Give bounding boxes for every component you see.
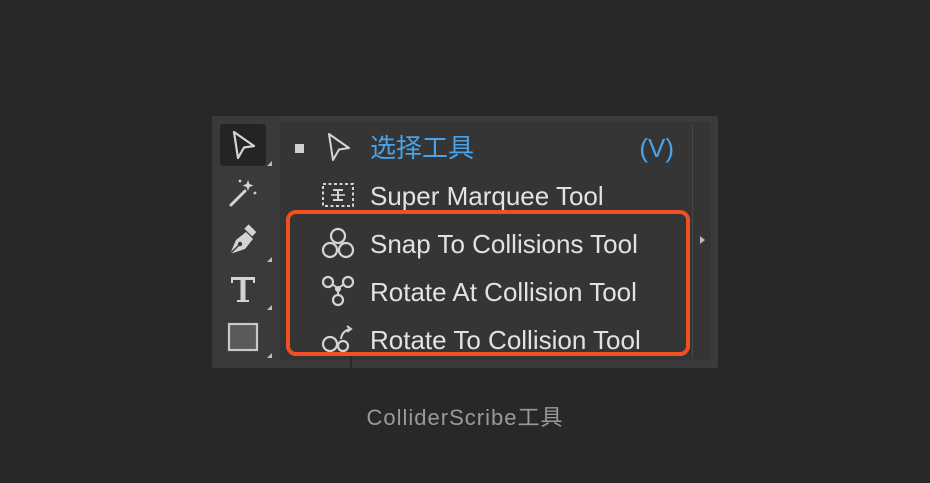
type-tool-button[interactable] [220,268,272,310]
checked-indicator [295,144,304,153]
menu-item-label: Super Marquee Tool [370,181,604,211]
super-marquee-icon [320,178,356,212]
submenu-arrow-icon [700,236,705,244]
type-icon [231,277,255,302]
shortcut-label: (V) [639,133,674,163]
tools-toolbar [212,116,282,368]
selection-tool-button[interactable] [220,124,272,166]
pen-tool-button[interactable] [220,220,272,262]
rectangle-tool-button[interactable] [220,316,272,358]
menu-item-label: 选择工具 [370,133,475,163]
highlight-box [286,210,690,356]
magic-wand-icon [229,179,257,207]
pen-icon [229,224,257,255]
magic-wand-tool-button[interactable] [220,172,266,214]
menu-item-selection-tool[interactable]: 选择工具 (V) [280,125,690,169]
rectangle-icon [227,322,259,352]
selection-arrow-icon [232,130,256,160]
caption: ColliderScribe工具 [366,405,564,430]
selection-arrow-icon [320,130,356,164]
